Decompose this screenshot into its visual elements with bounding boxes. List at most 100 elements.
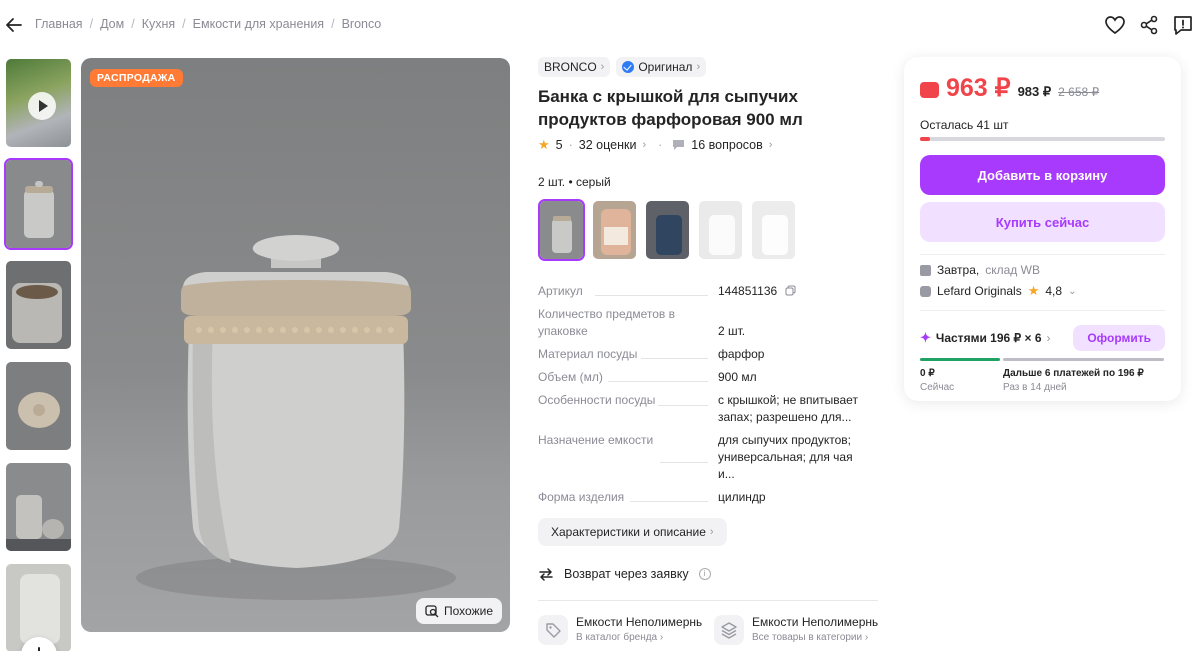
spec-value: цилиндр (718, 490, 766, 504)
delivery-warehouse: склад WB (985, 263, 1040, 277)
installment-now: 0 ₽ Сейчас (920, 368, 1003, 393)
spec-leader-line (608, 381, 708, 382)
jar-illustration (136, 235, 456, 600)
installment-later-bar (1003, 358, 1164, 361)
installment-later: Дальше 6 платежей по 196 ₽ Раз в 14 дней (1003, 368, 1144, 393)
thumbnail-image[interactable] (4, 461, 73, 553)
spec-key-wrap: Артикул (538, 283, 718, 300)
category-title: Емкости Неполимерные (752, 615, 878, 629)
spec-leader-line (660, 462, 708, 463)
spec-leader-line (641, 358, 708, 359)
spec-value: с крышкой; не впитывает запах; разрешено… (718, 393, 858, 424)
thumbnail-image[interactable] (4, 360, 73, 452)
heart-icon[interactable] (1104, 14, 1126, 36)
report-icon[interactable] (1172, 14, 1194, 36)
breadcrumb-item-kitchen[interactable]: Кухня (142, 17, 175, 31)
spec-key: Материал посуды (538, 347, 638, 361)
variant-swatch[interactable] (750, 199, 797, 261)
category-sub: В каталог бренда › (576, 632, 664, 643)
wallet-icon (920, 82, 939, 98)
installments-label: Частями 196 ₽ × 6 (935, 331, 1042, 345)
layers-icon (714, 615, 744, 645)
spec-key: Артикул (538, 284, 583, 298)
spec-row: Артикул 144851136 (538, 283, 878, 300)
questions-link[interactable]: 16 вопросов (691, 138, 762, 152)
copy-icon[interactable] (785, 285, 796, 296)
shop-icon (920, 285, 931, 297)
category-links: Емкости Неполимерные В каталог бренда › … (538, 615, 878, 645)
breadcrumb-item-home[interactable]: Главная (35, 17, 83, 31)
description-button[interactable]: Характеристики и описание › (538, 518, 727, 546)
similar-button[interactable]: Похожие (416, 598, 502, 624)
spec-value: фарфор (718, 347, 765, 361)
thumbnail-image[interactable] (4, 259, 73, 351)
delivery-info: Завтра, склад WB (920, 263, 1165, 277)
divider (538, 600, 878, 601)
breadcrumb-separator: / (131, 17, 135, 31)
spec-value-wrap: 144851136 (718, 283, 868, 300)
order-installments-button[interactable]: Оформить (1073, 325, 1165, 351)
price-without-wallet: 983 ₽ (1017, 84, 1052, 99)
installments-icon: ✦ (920, 330, 931, 345)
share-icon[interactable] (1138, 14, 1160, 36)
arrow-down-icon (38, 647, 40, 651)
spec-row: Назначение емкости для сыпучих продуктов… (538, 432, 878, 483)
installments-schedule: 0 ₽ Сейчас Дальше 6 платежей по 196 ₽ Ра… (920, 368, 1165, 393)
info-icon[interactable]: i (698, 568, 711, 580)
play-icon (28, 92, 56, 120)
top-actions (1104, 14, 1194, 36)
add-to-cart-button[interactable]: Добавить в корзину (920, 155, 1165, 195)
delivery-icon (920, 264, 931, 276)
return-arrows-icon (539, 568, 553, 581)
return-info: Возврат через заявку i (538, 566, 878, 582)
spec-row: Материал посуды фарфор (538, 346, 878, 363)
seller-link[interactable]: Lefard Originals ★ 4,8 ⌄ (920, 283, 1165, 299)
installments-row: ✦ Частями 196 ₽ × 6 › Оформить (920, 325, 1165, 351)
top-bar: Главная / Дом / Кухня / Емкости для хранени… (0, 0, 1200, 50)
breadcrumb-item-storage[interactable]: Емкости для хранения (193, 17, 324, 31)
variant-swatches (538, 199, 878, 261)
divider (920, 254, 1165, 255)
spec-key-wrap: Назначение емкости (538, 432, 718, 483)
variant-swatch[interactable] (591, 199, 638, 261)
original-chip[interactable]: Оригинал › (616, 57, 707, 77)
verified-check-icon (622, 61, 635, 73)
variant-swatch[interactable] (697, 199, 744, 261)
spec-row: Объем (мл) 900 мл (538, 369, 878, 386)
stock-bar (920, 137, 1165, 141)
spec-leader-line (630, 501, 708, 502)
installment-later-amount: Дальше 6 платежей по 196 ₽ (1003, 368, 1144, 379)
brand-chip[interactable]: BRONCO › (538, 57, 611, 77)
breadcrumb-item-home-category[interactable]: Дом (100, 17, 124, 31)
return-text: Возврат через заявку (564, 567, 689, 581)
category-title: Емкости Неполимерные (576, 615, 702, 629)
spec-key-wrap: Материал посуды (538, 346, 718, 363)
brand-catalog-link[interactable]: Емкости Неполимерные В каталог бренда › (538, 615, 702, 645)
category-all-link[interactable]: Емкости Неполимерные Все товары в катего… (714, 615, 878, 645)
back-arrow-icon[interactable] (4, 15, 24, 35)
thumbnails-scroll-down-button[interactable] (21, 637, 57, 651)
variant-swatch[interactable] (538, 199, 585, 261)
rating-row: ★ 5 · 32 оценки › · 16 вопросов › (538, 137, 878, 153)
thumbnail-list (4, 57, 75, 651)
thumbnail-image[interactable] (4, 158, 73, 250)
star-icon: ★ (1027, 283, 1040, 298)
reviews-link[interactable]: 32 оценки (579, 138, 637, 152)
thumbnail-video[interactable] (4, 57, 73, 149)
installments-link[interactable]: ✦ Частями 196 ₽ × 6 › (920, 330, 1051, 346)
sale-badge: РАСПРОДАЖА (90, 69, 183, 87)
spec-key: Объем (мл) (538, 370, 603, 384)
breadcrumb-separator: / (331, 17, 335, 31)
variant-swatch[interactable] (644, 199, 691, 261)
spec-key: Особенности посуды (538, 393, 656, 407)
buy-now-button[interactable]: Купить сейчас (920, 202, 1165, 242)
category-sub-text: В каталог бренда (576, 632, 658, 643)
rating-value: 5 (555, 138, 563, 152)
description-button-label: Характеристики и описание (551, 525, 706, 539)
product-main-image[interactable]: РАСПРОДАЖА Похожие (81, 58, 510, 632)
breadcrumb-item-brand[interactable]: Bronco (342, 17, 382, 31)
installment-now-bar (920, 358, 1000, 361)
installment-now-amount: 0 ₽ (920, 368, 935, 379)
installment-now-label: Сейчас (920, 382, 955, 393)
specs-list: Артикул 144851136 Количество предметов в… (538, 283, 878, 506)
